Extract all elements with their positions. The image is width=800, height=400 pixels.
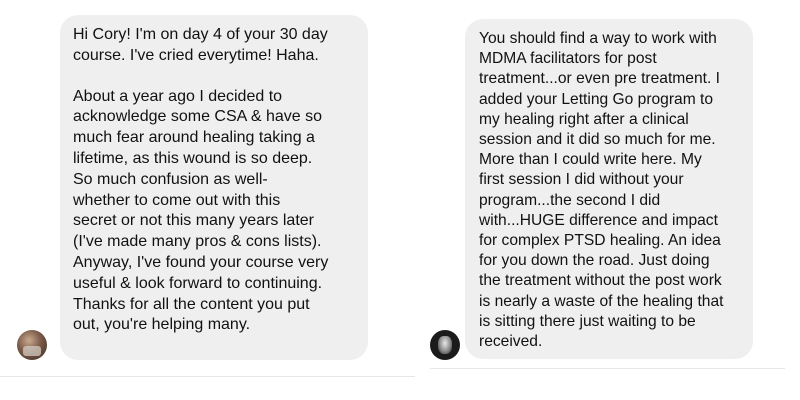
message-paragraph: Hi Cory! I'm on day 4 of your 30 day cou… xyxy=(73,26,328,64)
avatar-photo-detail xyxy=(438,336,452,354)
sender-avatar[interactable] xyxy=(17,330,47,360)
conversation-right: You should find a way to work with MDMA … xyxy=(430,0,800,400)
message-paragraph: You should find a way to work with MDMA … xyxy=(479,30,724,351)
sender-avatar[interactable] xyxy=(430,330,460,360)
message-bubble[interactable]: Hi Cory! I'm on day 4 of your 30 day cou… xyxy=(60,15,368,360)
message-bubble[interactable]: You should find a way to work with MDMA … xyxy=(465,19,753,359)
divider xyxy=(0,376,415,377)
divider xyxy=(430,368,785,369)
message-paragraph: About a year ago I decided to acknowledg… xyxy=(73,87,329,334)
conversation-left: Hi Cory! I'm on day 4 of your 30 day cou… xyxy=(0,0,420,400)
avatar-photo-detail xyxy=(23,346,41,356)
